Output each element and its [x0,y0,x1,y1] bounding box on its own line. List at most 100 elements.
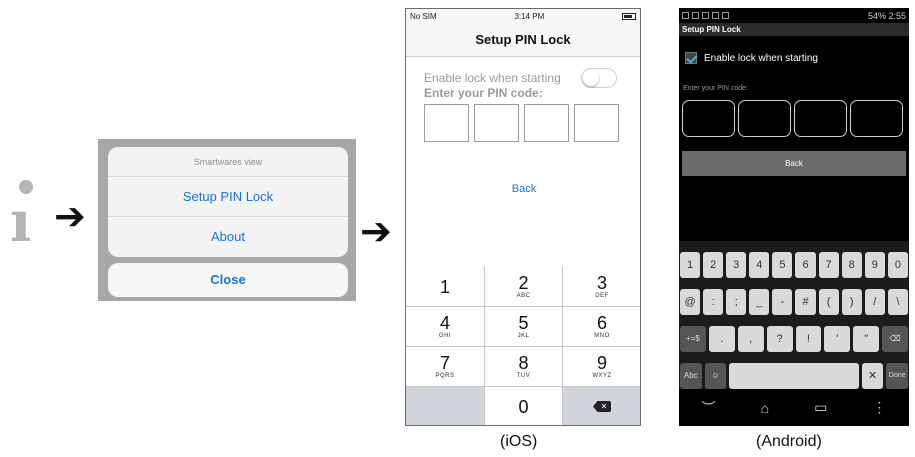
android-keyboard: 1234567890 @:; _ - #() / \ +=$.,?! ' " ⌫ Abc ☺ ✕… [679,241,909,389]
keypad-key-2[interactable]: 2 ABC [485,267,563,307]
enable-lock-toggle[interactable] [581,68,617,88]
keyboard-key[interactable]: \ [887,289,908,315]
keypad-key-3[interactable]: 3 DEF [563,267,640,307]
pin-digit-box[interactable] [524,104,569,142]
pin-digit-box[interactable] [424,104,469,142]
setup-pin-lock-option[interactable]: Setup PIN Lock [108,177,348,217]
settings-key[interactable]: ✕ [861,363,884,389]
keypad-key-6[interactable]: 6 MNO [563,307,640,347]
keyboard-key[interactable]: : [703,289,724,315]
keypad-digit: 5 [518,313,529,333]
keypad-key-4[interactable]: 4 GHI [406,307,485,347]
abc-key[interactable]: Abc [680,363,702,389]
keypad-digit: 6 [596,313,607,333]
keypad-digit: 3 [596,273,607,293]
keypad-key-0[interactable]: 0 [485,387,563,425]
keypad-key-8[interactable]: 8 TUV [485,347,563,387]
keyboard-key[interactable]: @ [680,289,701,315]
page-title: Setup PIN Lock [679,23,909,36]
keyboard-key[interactable]: , [737,326,764,352]
emoji-key[interactable]: ☺ [704,363,727,389]
battery-percent: 54% [867,10,886,21]
notification-icons [682,11,732,21]
enter-pin-label: Enter your PIN code: [683,85,748,92]
done-key[interactable]: Done [886,363,908,389]
android-screen: 54% 2:55 Setup PIN Lock Enable lock when… [679,8,909,426]
keyboard-key[interactable]: " [853,326,880,352]
keypad-delete-key[interactable]: ✕ [563,387,640,425]
enter-pin-label: Enter your PIN code: [424,86,543,100]
home-nav-icon[interactable]: ⌂ [761,400,769,416]
ios-content: Enable lock when starting Enter your PIN… [406,57,640,267]
pin-digit-box[interactable] [474,104,519,142]
keypad-key-9[interactable]: 9 WXYZ [563,347,640,387]
keyboard-key[interactable]: ! [795,326,822,352]
keyboard-key[interactable]: - [772,289,793,315]
keyboard-key[interactable]: ) [841,289,862,315]
back-button[interactable]: Back [406,183,640,195]
keypad-digit: 9 [596,353,607,373]
keyboard-key[interactable]: 4 [749,252,770,278]
keyboard-key[interactable]: 0 [887,252,908,278]
keypad-letters: ABC [516,293,531,299]
back-button[interactable]: Back [682,151,906,176]
menu-nav-icon[interactable]: ⋮ [872,399,886,416]
keyboard-key[interactable]: . [708,326,735,352]
keypad-blank [406,387,485,425]
keyboard-key[interactable]: 2 [703,252,724,278]
status-time: 2:55 [888,10,906,21]
keypad-digit: 0 [518,396,529,417]
close-button[interactable]: Close [108,263,348,297]
status-time: 3:14 PM [514,11,545,21]
keyboard-key[interactable]: _ [749,289,770,315]
pin-digit-box[interactable] [794,100,847,137]
android-status-bar: 54% 2:55 [679,8,909,23]
action-sheet-card: Smartwares view Setup PIN Lock About [108,147,348,257]
keypad-digit: 2 [518,273,529,293]
keyboard-key[interactable]: 1 [680,252,701,278]
keyboard-key[interactable]: +=$ [680,326,706,352]
keypad-letters: WXYZ [592,373,612,379]
arrow-right-icon: ➔ [54,194,86,238]
back-nav-icon[interactable]: ︶ [702,398,716,418]
keyboard-key[interactable]: # [795,289,816,315]
keyboard-key[interactable]: ; [726,289,747,315]
keypad-letters: GHI [438,333,452,339]
pin-digit-box[interactable] [738,100,791,137]
keypad-letters: PQRS [435,373,455,379]
keypad-digit: 8 [518,353,529,373]
pin-digit-box[interactable] [850,100,903,137]
keyboard-key[interactable]: 5 [772,252,793,278]
keyboard-key[interactable]: 6 [795,252,816,278]
keypad-key-7[interactable]: 7 PQRS [406,347,485,387]
keyboard-key[interactable]: / [864,289,885,315]
info-icon[interactable]: ı [6,180,46,250]
arrow-right-icon: ➔ [360,209,392,253]
pin-digit-box[interactable] [574,104,619,142]
keyboard-key[interactable]: 3 [726,252,747,278]
pin-digit-box[interactable] [682,100,735,137]
enable-lock-checkbox[interactable] [685,52,697,64]
keyboard-key[interactable]: ( [818,289,839,315]
keypad-key-1[interactable]: 1 [406,267,485,307]
action-sheet-title: Smartwares view [108,147,348,177]
recents-nav-icon[interactable]: ▭ [814,399,827,416]
keypad-letters: TUV [516,373,531,379]
keyboard-key[interactable]: 8 [841,252,862,278]
keyboard-key[interactable]: ⌫ [882,326,908,352]
keypad-digit: 1 [439,276,450,297]
space-key[interactable] [729,363,859,389]
keyboard-row-bottom: Abc ☺ ✕ Done [679,363,909,389]
enable-lock-label: Enable lock when starting [424,71,561,85]
android-nav-bar: ︶ ⌂ ▭ ⋮ [679,389,909,426]
keyboard-key[interactable]: ' [824,326,851,352]
pin-boxes [682,100,903,137]
keyboard-key[interactable]: ? [766,326,793,352]
numeric-keypad: 1 2 ABC 3 DEF 4 GHI 5 JKL 6 MNO 7 PQRS 8 TUV 9 WXYZ 0 ✕ [406,267,640,425]
about-option[interactable]: About [108,217,348,257]
keyboard-key[interactable]: 9 [864,252,885,278]
keypad-key-5[interactable]: 5 JKL [485,307,563,347]
page-title: Setup PIN Lock [406,23,640,57]
keyboard-row-symbols: @:; _ - #() / \ [679,289,909,315]
keyboard-key[interactable]: 7 [818,252,839,278]
